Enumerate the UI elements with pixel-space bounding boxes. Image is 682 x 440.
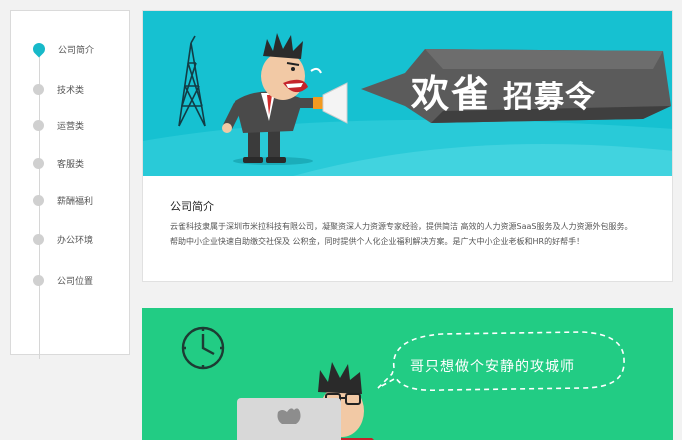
timeline-dot-icon <box>33 157 44 169</box>
headline-brand: 欢雀 <box>411 72 492 116</box>
clock-icon <box>181 326 225 370</box>
recruitment-headline: 欢雀 招募令 <box>411 63 596 118</box>
thought-bubble-text: 哥只想做个安静的攻城师 <box>410 359 575 375</box>
tech-illustration <box>181 326 625 440</box>
headline-recruit: 招募令 <box>503 80 597 115</box>
sidebar-item-label: 薪酬福利 <box>57 196 94 207</box>
sidebar-item-company-intro[interactable]: 公司简介 <box>30 40 95 58</box>
laptop-icon <box>237 398 341 440</box>
sidebar-item-customer-service[interactable]: 客服类 <box>33 155 84 171</box>
location-pin-icon <box>30 40 48 58</box>
intro-paragraph: 云雀科技隶属于深圳市米拉科技有限公司，凝聚资深人力资源专家经验，提供简洁 高效的… <box>170 219 670 249</box>
section-title: 公司简介 <box>170 200 214 213</box>
sidebar-item-label: 技术类 <box>57 85 85 96</box>
sidebar-nav: 公司简介 技术类 运营类 客服类 薪酬福利 办公环境 公司位置 <box>10 10 130 359</box>
timeline-dot-icon <box>33 119 44 131</box>
sidebar-item-tech[interactable]: 技术类 <box>33 81 84 97</box>
timeline-dot-icon <box>33 233 44 245</box>
timeline-dot-icon <box>33 83 44 95</box>
sidebar-item-label: 办公环境 <box>57 235 94 246</box>
sidebar-item-benefits[interactable]: 薪酬福利 <box>33 192 93 208</box>
intro-line-1: 云雀科技隶属于深圳市米拉科技有限公司，凝聚资深人力资源专家经验，提供简洁 高效的… <box>170 222 633 231</box>
sidebar-item-label: 公司位置 <box>57 276 94 287</box>
sidebar-item-label: 公司简介 <box>58 45 95 56</box>
sidebar-item-location[interactable]: 公司位置 <box>33 272 93 288</box>
megaphone-icon <box>313 82 348 124</box>
tower-icon <box>178 35 206 127</box>
recruitment-banner: 欢雀 招募令 <box>143 11 672 176</box>
timeline-dot-icon <box>33 194 44 206</box>
tech-banner-card: 哥只想做个安静的攻城师 <box>142 308 673 440</box>
timeline-dot-icon <box>33 274 44 286</box>
sidebar-item-label: 运营类 <box>57 121 85 132</box>
sidebar-item-office[interactable]: 办公环境 <box>33 231 93 247</box>
sidebar-item-label: 客服类 <box>57 159 85 170</box>
sidebar-item-operations[interactable]: 运营类 <box>33 117 84 133</box>
intro-line-2: 帮助中小企业快速自助缴交社保及 公积金，同时提供个人化企业福利解决方案。是广大中… <box>170 237 585 246</box>
intro-section: 公司简介 云雀科技隶属于深圳市米拉科技有限公司，凝聚资深人力资源专家经验，提供简… <box>143 176 672 281</box>
company-intro-card: 欢雀 招募令 公司简介 云雀科技隶属于深圳市米拉科技有限公司，凝聚资深人力资源专… <box>142 10 673 282</box>
